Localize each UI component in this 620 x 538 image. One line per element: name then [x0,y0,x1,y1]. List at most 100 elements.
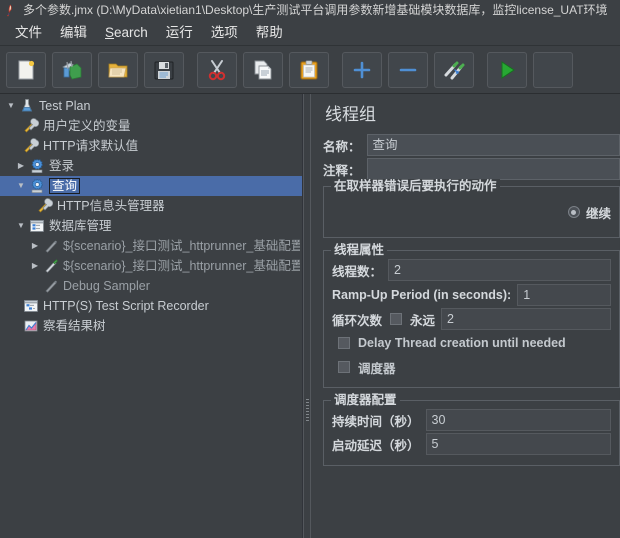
results-tree-chart-icon [22,317,40,335]
scheduler-row[interactable]: 调度器 [338,355,611,379]
chevron-down-icon[interactable]: ▼ [4,102,18,110]
name-input[interactable]: 查询 [366,134,620,156]
duration-input[interactable]: 30 [425,409,611,431]
thread-group-gear-icon [28,157,46,175]
tree-node-scenario-sampler-1[interactable]: ▶ ${scenario}_接口测试_httprunner_基础配置. [0,236,302,256]
comment-input[interactable] [366,158,620,180]
startup-delay-input[interactable]: 5 [425,433,611,455]
chevron-right-icon[interactable]: ▶ [14,162,28,170]
scheduler-label: 调度器 [358,361,396,376]
delay-thread-row[interactable]: Delay Thread creation until needed [338,331,611,355]
loop-row: 循环次数 永远 2 [332,307,611,331]
expand-all-button[interactable] [342,51,382,88]
tree-node-view-results-tree[interactable]: 察看结果树 [0,316,302,336]
config-wrench-icon [22,137,40,155]
thread-group-panel: 线程组 名称： 查询 注释： 在取样器错误后要执行的动作 继续 线程属性 线程数… [311,94,620,538]
tree-node-label: ${scenario}_接口测试_httprunner_基础配置. [63,239,300,253]
menu-edit[interactable]: 编辑 [51,22,96,44]
paste-button[interactable] [289,51,329,88]
duration-row: 持续时间（秒） 30 [332,409,611,431]
title-bar: 多个参数.jmx (D:\MyData\xietian1\Desktop\生产测… [0,0,620,20]
loop-count-input[interactable]: 2 [441,308,611,330]
error-action-group-title: 在取样器错误后要执行的动作 [331,179,500,193]
scheduler-checkbox[interactable] [338,361,350,373]
ramp-up-label: Ramp-Up Period (in seconds): [332,288,512,302]
config-wrench-icon [36,197,54,215]
menu-search[interactable]: Search [96,22,157,44]
tree-node-label: 用户定义的变量 [43,119,131,133]
menu-options[interactable]: 选项 [202,22,247,44]
scissors-icon [206,59,228,81]
split-divider[interactable] [303,94,311,538]
play-green-icon [496,59,518,81]
chevron-down-icon[interactable]: ▼ [14,222,28,230]
plus-icon [351,59,373,81]
open-button[interactable] [98,51,138,88]
startup-delay-row: 启动延迟（秒） 5 [332,433,611,455]
templates-button[interactable] [52,51,92,88]
copy-button[interactable] [243,51,283,88]
tree-node-label: 查询 [49,178,81,194]
sampler-pencil-green-icon [42,257,60,275]
tree-node-scenario-sampler-2[interactable]: ▶ ${scenario}_接口测试_httprunner_基础配置. [0,256,302,276]
tree-node-user-defined-variables[interactable]: 用户定义的变量 [0,116,302,136]
chevron-right-icon[interactable]: ▶ [28,262,42,270]
tree-node-http-test-script-recorder[interactable]: HTTP(S) Test Script Recorder [0,296,302,316]
scheduler-config-group: 调度器配置 持续时间（秒） 30 启动延迟（秒） 5 [323,393,620,466]
menu-bar: 文件 编辑 Search 运行 选项 帮助 [0,20,620,46]
threads-label: 线程数： [332,264,383,279]
ramp-up-input[interactable]: 1 [517,284,611,306]
tree-node-label: 察看结果树 [43,319,106,333]
error-action-group: 在取样器错误后要执行的动作 继续 [323,179,620,238]
save-disk-icon [153,59,175,81]
collapse-all-button[interactable] [388,51,428,88]
threads-input[interactable]: 2 [388,259,611,281]
tree-node-label: 登录 [49,159,75,173]
tree-node-query[interactable]: ▼ 查询 [0,176,302,196]
tree-node-label: Test Plan [39,99,91,113]
name-label: 名称： [323,139,361,154]
toggle-button[interactable] [434,51,474,88]
minus-icon [397,59,419,81]
test-plan-tree[interactable]: ▼ Test Plan 用户定义的变量 HTTP请求默认值 ▶ 登录 ▼ 查询 … [0,94,303,538]
menu-run[interactable]: 运行 [157,22,202,44]
name-row: 名称： 查询 [323,134,620,156]
loop-label: 循环次数 [332,313,383,328]
cut-button[interactable] [197,51,237,88]
save-button[interactable] [144,51,184,88]
jmeter-feather-icon [4,3,18,17]
tree-node-http-header-manager[interactable]: HTTP信息头管理器 [0,196,302,216]
delay-thread-checkbox[interactable] [338,337,350,349]
sampler-pencil-gray-icon [42,277,60,295]
split-grip-icon [306,399,309,421]
menu-help[interactable]: 帮助 [247,22,292,44]
menu-file[interactable]: 文件 [6,22,51,44]
sampler-pencil-gray-icon [42,237,60,255]
forever-checkbox[interactable] [390,313,403,325]
tree-node-login[interactable]: ▶ 登录 [0,156,302,176]
tree-node-debug-sampler[interactable]: Debug Sampler [0,276,302,296]
threads-row: 线程数： 2 [332,259,611,281]
tree-node-test-plan[interactable]: ▼ Test Plan [0,96,302,116]
thread-properties-group: 线程属性 线程数： 2 Ramp-Up Period (in seconds):… [323,243,620,388]
thread-group-gear-icon [28,177,46,195]
new-button[interactable] [6,51,46,88]
radio-continue[interactable] [567,206,580,218]
toolbar-overflow-button[interactable] [533,51,573,88]
scheduler-config-group-title: 调度器配置 [331,393,400,407]
tree-node-http-request-defaults[interactable]: HTTP请求默认值 [0,136,302,156]
startup-delay-label: 启动延迟（秒） [332,438,420,453]
templates-icon [61,59,83,81]
comment-row: 注释： [323,158,620,180]
tree-node-label: Debug Sampler [63,279,150,293]
chevron-down-icon[interactable]: ▼ [14,182,28,190]
tree-node-label: ${scenario}_接口测试_httprunner_基础配置. [63,259,300,273]
ramp-up-row: Ramp-Up Period (in seconds): 1 [332,283,611,307]
recorder-window-icon [22,297,40,315]
duration-label: 持续时间（秒） [332,414,420,429]
tree-node-database-management[interactable]: ▼ 数据库管理 [0,216,302,236]
start-button[interactable] [487,51,527,88]
copy-icon [252,59,274,81]
chevron-right-icon[interactable]: ▶ [28,242,42,250]
new-document-icon [15,59,37,81]
